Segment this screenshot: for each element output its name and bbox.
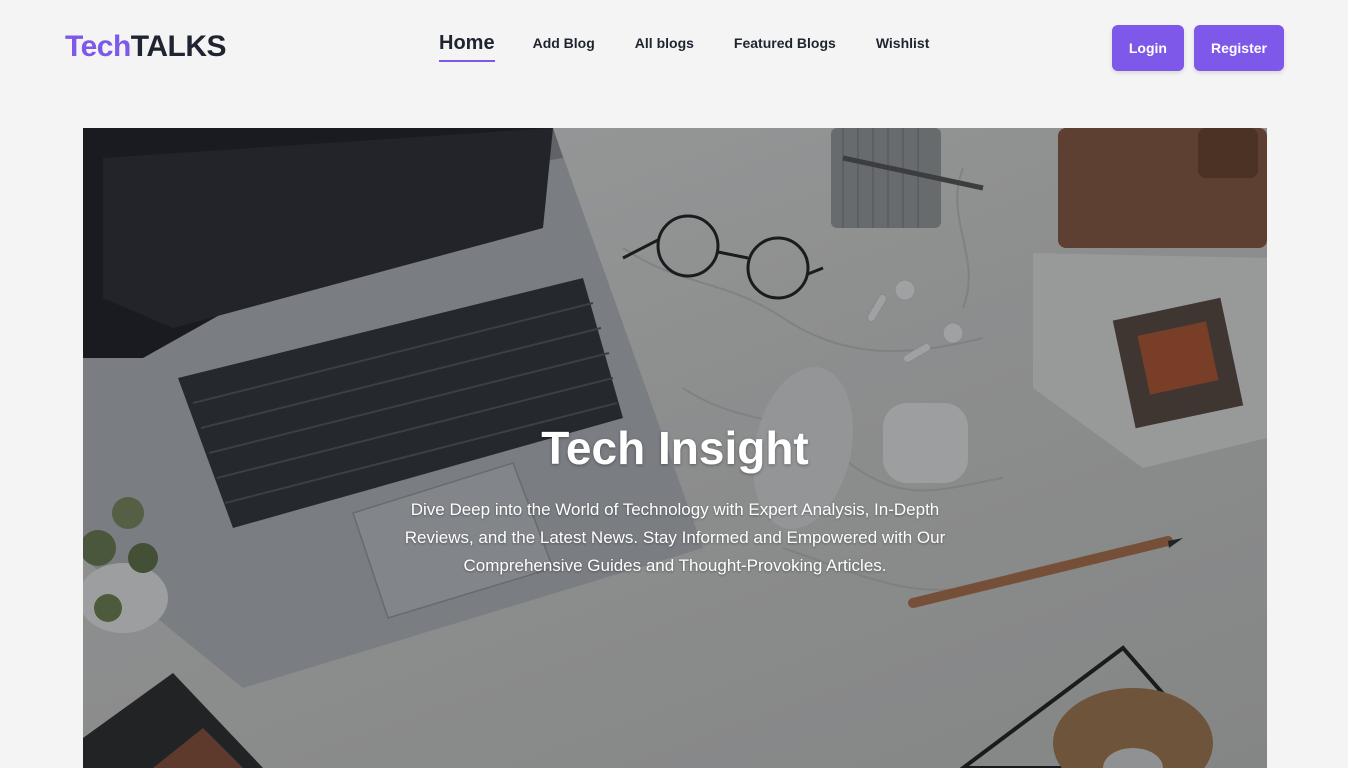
login-button[interactable]: Login bbox=[1111, 25, 1184, 71]
nav-link-all-blogs[interactable]: All blogs bbox=[635, 30, 694, 55]
nav-link-add-blog[interactable]: Add Blog bbox=[533, 30, 595, 55]
logo-text-talks: TALKS bbox=[130, 30, 227, 63]
site-logo[interactable]: TechTALKS bbox=[65, 30, 227, 64]
main-nav: Home Add Blog All blogs Featured Blogs W… bbox=[439, 30, 969, 64]
nav-link-featured-blogs[interactable]: Featured Blogs bbox=[734, 30, 836, 55]
auth-buttons: Login Register bbox=[1111, 25, 1284, 71]
logo-text-tech: Tech bbox=[65, 30, 131, 63]
nav-link-wishlist[interactable]: Wishlist bbox=[876, 30, 930, 55]
nav-link-home[interactable]: Home bbox=[439, 30, 495, 62]
hero-description: Dive Deep into the World of Technology w… bbox=[404, 500, 946, 575]
register-button[interactable]: Register bbox=[1193, 25, 1284, 71]
hero-banner: Tech Insight Dive Deep into the World of… bbox=[83, 128, 1267, 768]
hero-content: Tech Insight Dive Deep into the World of… bbox=[375, 420, 975, 580]
hero-title: Tech Insight bbox=[541, 422, 809, 474]
navbar: TechTALKS Home Add Blog All blogs Featur… bbox=[0, 0, 1348, 96]
